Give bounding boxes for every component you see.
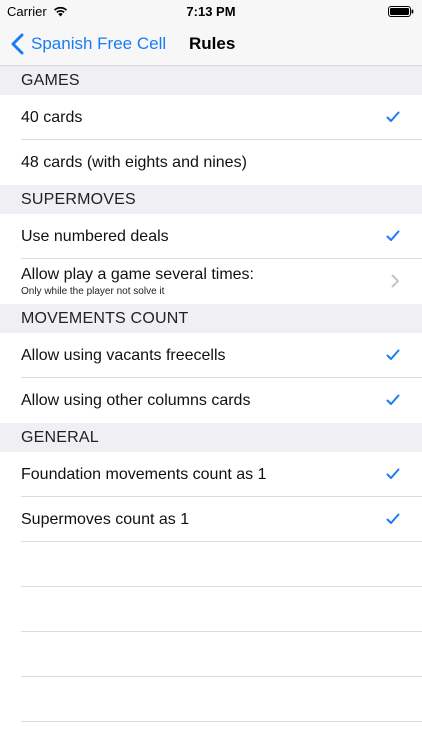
- row-label: Allow play a game several times:: [21, 266, 254, 283]
- row-label: Foundation movements count as 1: [21, 465, 267, 483]
- row-label: Supermoves count as 1: [21, 510, 190, 528]
- row-text-stack: Allow play a game several times: Only wh…: [21, 266, 254, 297]
- checkmark-icon: [386, 230, 400, 241]
- checkmark-icon: [386, 111, 400, 122]
- page-title: Rules: [189, 34, 236, 53]
- back-button-label: Spanish Free Cell: [31, 34, 167, 53]
- battery-icon: [388, 6, 414, 17]
- row-allow-vacant-freecells[interactable]: Allow using vacants freecells: [0, 333, 422, 378]
- empty-row: [0, 587, 422, 632]
- empty-row: [0, 542, 422, 587]
- row-supermoves-count[interactable]: Supermoves count as 1: [0, 497, 422, 542]
- checkmark-icon: [386, 394, 400, 405]
- row-label: Allow using other columns cards: [21, 391, 251, 409]
- checkmark-icon: [386, 513, 400, 524]
- rules-list: GAMES 40 cards 48 cards (with eights and…: [0, 66, 422, 722]
- chevron-left-icon: [11, 33, 24, 55]
- empty-row: [0, 677, 422, 722]
- empty-row: [0, 632, 422, 677]
- row-foundation-movements-count[interactable]: Foundation movements count as 1: [0, 452, 422, 497]
- section-header-movements-count: MOVEMENTS COUNT: [0, 304, 422, 333]
- status-bar: Carrier 7:13 PM: [0, 0, 422, 22]
- row-subtitle: Only while the player not solve it: [21, 286, 165, 297]
- back-button[interactable]: Spanish Free Cell: [10, 22, 166, 66]
- row-label: Use numbered deals: [21, 227, 169, 245]
- row-allow-play-several-times[interactable]: Allow play a game several times: Only wh…: [0, 259, 422, 304]
- navigation-bar: Spanish Free Cell Rules: [0, 22, 422, 66]
- row-40-cards[interactable]: 40 cards: [0, 95, 422, 140]
- row-label: 48 cards (with eights and nines): [21, 153, 247, 171]
- section-header-games: GAMES: [0, 66, 422, 95]
- chevron-right-icon: [391, 274, 399, 288]
- section-header-supermoves: SUPERMOVES: [0, 185, 422, 214]
- row-use-numbered-deals[interactable]: Use numbered deals: [0, 214, 422, 259]
- checkmark-icon: [386, 468, 400, 479]
- row-allow-other-columns-cards[interactable]: Allow using other columns cards: [0, 378, 422, 423]
- row-48-cards[interactable]: 48 cards (with eights and nines): [0, 140, 422, 185]
- checkmark-icon: [386, 349, 400, 360]
- clock: 7:13 PM: [186, 4, 236, 19]
- section-header-general: GENERAL: [0, 423, 422, 452]
- row-label: Allow using vacants freecells: [21, 346, 226, 364]
- row-label: 40 cards: [21, 108, 83, 126]
